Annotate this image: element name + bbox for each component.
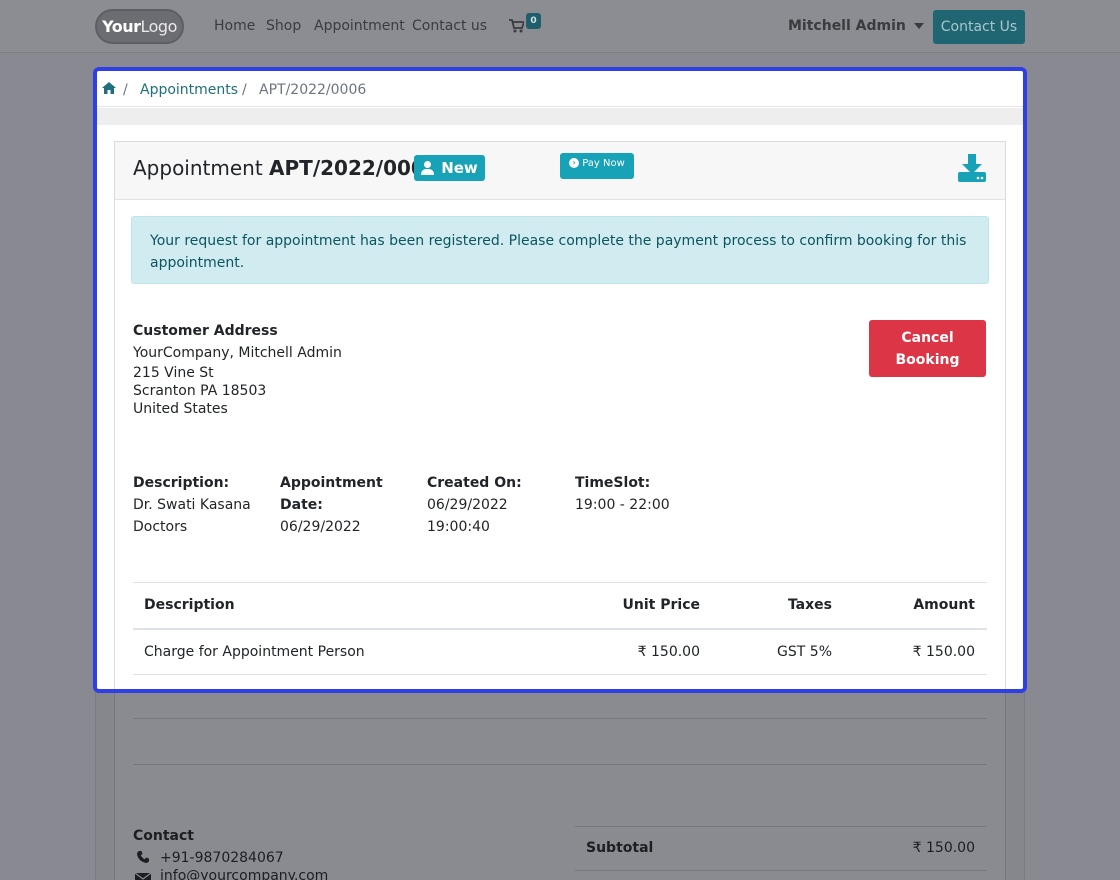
cart-count-badge: 0 — [526, 13, 541, 29]
customer-street: 215 Vine St — [133, 365, 214, 381]
breadcrumb-separator: / — [123, 82, 128, 98]
subtotal-label: Subtotal — [586, 840, 654, 856]
subtotal-value: ₹ 150.00 — [912, 840, 975, 856]
background-divider — [575, 826, 987, 827]
contact-us-button[interactable]: Contact Us — [933, 10, 1025, 44]
nav-link-contact-us[interactable]: Contact us — [412, 18, 487, 34]
created-on-date: 06/29/2022 — [427, 497, 508, 513]
pay-now-button[interactable]: › Pay Now — [560, 153, 634, 179]
user-menu-dropdown[interactable]: Mitchell Admin — [788, 18, 924, 34]
customer-address-heading: Customer Address — [133, 323, 278, 339]
table-cell-unit-price: ₹ 150.00 — [637, 644, 700, 660]
description-value-doctor: Dr. Swati Kasana — [133, 497, 251, 513]
column-header-description: Description — [144, 597, 235, 613]
nav-link-appointment[interactable]: Appointment — [314, 18, 405, 34]
arrow-circle-right-icon: › — [569, 158, 580, 168]
table-top-border — [133, 582, 987, 583]
column-header-taxes: Taxes — [787, 597, 832, 613]
breadcrumb-separator: / — [242, 82, 247, 98]
column-header-unit-price: Unit Price — [622, 597, 700, 613]
table-row-border — [133, 674, 987, 675]
background-divider — [575, 870, 987, 871]
created-on-time: 19:00:40 — [427, 519, 490, 535]
customer-city: Scranton PA 18503 — [133, 383, 267, 399]
info-alert: Your request for appointment has been re… — [131, 216, 989, 284]
description-value-category: Doctors — [133, 519, 188, 535]
appointment-card-header: Appointment APT/2022/0006 New › Pay Now — [115, 142, 1005, 200]
contact-heading: Contact — [133, 828, 194, 844]
phone-icon — [137, 851, 149, 863]
table-cell-amount: ₹ 150.00 — [912, 644, 975, 660]
table-cell-taxes: GST 5% — [777, 644, 832, 660]
appointment-highlight-panel: / Appointments / APT/2022/0006 Appointme… — [93, 67, 1027, 693]
table-header-border — [133, 628, 987, 630]
cancel-booking-button[interactable]: Cancel Booking — [869, 320, 986, 377]
created-on-label: Created On: — [427, 475, 522, 491]
appointment-date-value: 06/29/2022 — [280, 519, 361, 535]
contact-email[interactable]: info@yourcompany.com — [160, 868, 328, 880]
customer-name: YourCompany, Mitchell Admin — [133, 345, 342, 361]
table-cell-description: Charge for Appointment Person — [144, 644, 365, 660]
cart-link[interactable]: 0 — [509, 13, 543, 37]
home-icon[interactable] — [102, 82, 116, 94]
column-header-amount: Amount — [913, 597, 975, 613]
user-name: Mitchell Admin — [788, 18, 906, 34]
section-spacer — [97, 108, 1023, 125]
background-divider — [133, 764, 987, 765]
timeslot-value: 19:00 - 22:00 — [575, 497, 670, 513]
timeslot-label: TimeSlot: — [575, 475, 651, 491]
user-icon — [421, 161, 435, 175]
description-label: Description: — [133, 475, 230, 491]
breadcrumb-current: APT/2022/0006 — [259, 82, 367, 98]
customer-country: United States — [133, 401, 228, 417]
status-badge: New — [414, 155, 485, 181]
download-icon[interactable] — [957, 153, 987, 183]
top-navbar: Your Logo Home Shop Appointment Contact u… — [0, 0, 1120, 53]
caret-down-icon — [913, 23, 924, 29]
breadcrumb: / Appointments / APT/2022/0006 — [97, 71, 1023, 107]
shopping-cart-icon — [509, 19, 524, 33]
company-logo[interactable]: Your Logo — [95, 9, 184, 44]
background-divider — [133, 718, 987, 719]
contact-phone: +91-9870284067 — [160, 850, 284, 866]
envelope-icon — [135, 873, 151, 880]
nav-link-shop[interactable]: Shop — [266, 18, 301, 34]
breadcrumb-appointments-link[interactable]: Appointments — [140, 82, 238, 98]
nav-link-home[interactable]: Home — [214, 18, 255, 34]
appointment-date-label: Appointment Date: — [280, 475, 383, 513]
page-title: Appointment APT/2022/0006 — [133, 156, 439, 180]
appointment-card: Appointment APT/2022/0006 New › Pay Now … — [114, 141, 1006, 689]
